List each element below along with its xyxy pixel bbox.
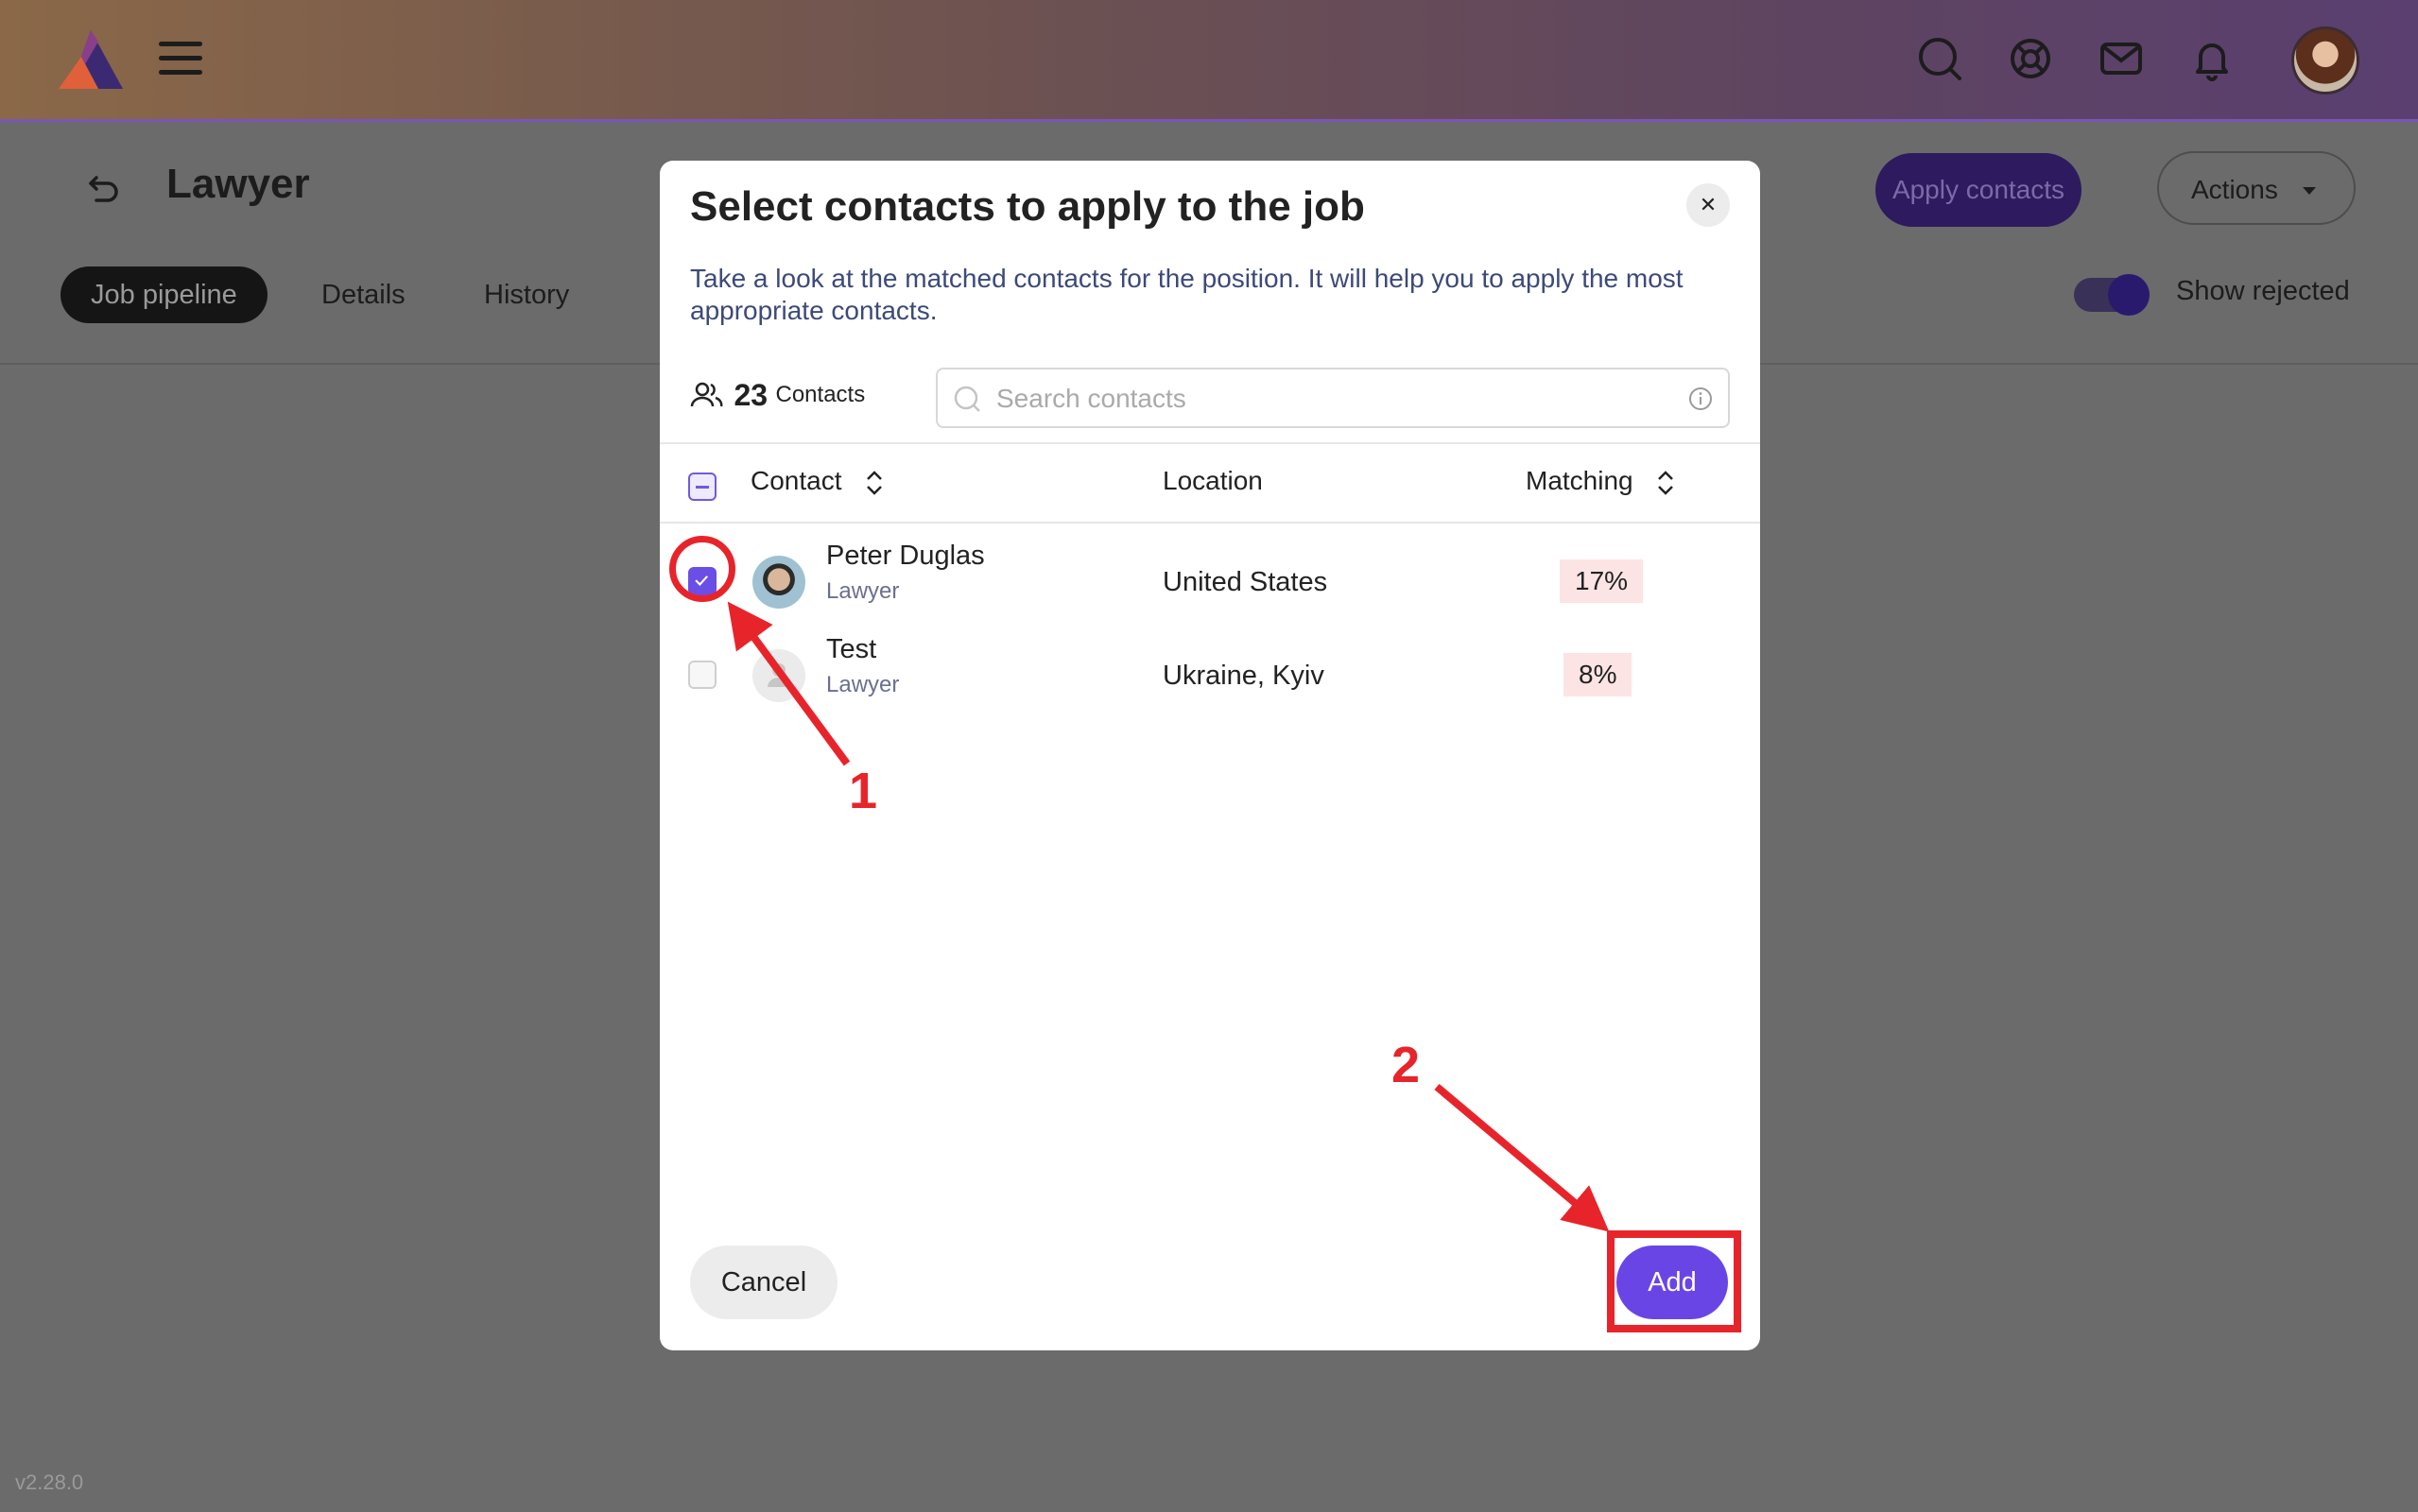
apply-contacts-button[interactable]: Apply contacts — [1875, 153, 2081, 227]
contacts-count-label: Contacts — [775, 382, 866, 407]
lifebuoy-icon[interactable] — [2006, 34, 2055, 83]
contacts-count: 23 Contacts — [690, 376, 865, 414]
app-logo[interactable] — [57, 28, 125, 91]
modal-description: Take a look at the matched contacts for … — [690, 264, 1684, 325]
contact-role: Lawyer — [826, 578, 900, 604]
close-icon[interactable]: ✕ — [1686, 183, 1730, 227]
show-rejected-label: Show rejected — [2176, 276, 2350, 306]
modal-title: Select contacts to apply to the job — [690, 183, 1365, 230]
contacts-count-number: 23 — [734, 378, 769, 412]
contact-location: Ukraine, Kyiv — [1163, 661, 1324, 691]
mail-icon[interactable] — [2097, 34, 2146, 83]
matching-badge: 17% — [1560, 559, 1644, 603]
column-matching-label: Matching — [1526, 466, 1633, 495]
column-header-location: Location — [1163, 466, 1263, 495]
matching-badge: 8% — [1563, 653, 1632, 696]
bell-icon[interactable] — [2187, 34, 2237, 83]
search-contacts-input[interactable] — [994, 377, 1660, 421]
contact-location: United States — [1163, 567, 1328, 597]
show-rejected-toggle[interactable] — [2074, 274, 2150, 316]
column-header-contact[interactable]: Contact — [751, 466, 885, 497]
search-contacts-field[interactable] — [936, 368, 1730, 428]
divider — [660, 522, 1760, 524]
avatar — [752, 649, 805, 702]
user-avatar[interactable] — [2291, 26, 2359, 94]
sort-icon[interactable] — [1655, 469, 1676, 497]
contact-name[interactable]: Test — [826, 634, 876, 665]
actions-dropdown-button[interactable]: Actions — [2157, 151, 2356, 225]
top-navigation-bar — [0, 0, 2418, 122]
tab-history[interactable]: History — [484, 266, 569, 323]
column-header-matching[interactable]: Matching — [1526, 466, 1676, 497]
column-contact-label: Contact — [751, 466, 842, 495]
avatar — [752, 556, 805, 609]
select-all-checkbox[interactable] — [688, 472, 717, 501]
table-row[interactable]: Peter Duglas Lawyer United States 17% — [660, 537, 1760, 627]
page-title: Lawyer — [166, 161, 310, 207]
app-version: v2.28.0 — [15, 1470, 84, 1494]
sort-icon[interactable] — [864, 469, 885, 497]
search-icon[interactable] — [1915, 34, 1964, 83]
annotation-step-2: 2 — [1391, 1037, 1421, 1093]
people-icon — [690, 382, 723, 407]
hamburger-menu-icon[interactable] — [159, 42, 202, 76]
divider — [660, 442, 1760, 444]
actions-label: Actions — [2191, 175, 2278, 204]
info-icon[interactable] — [1688, 387, 1713, 411]
back-icon[interactable] — [85, 168, 123, 206]
tab-details[interactable]: Details — [321, 266, 406, 323]
annotation-step-1: 1 — [849, 763, 878, 819]
contact-role: Lawyer — [826, 672, 900, 697]
row-checkbox[interactable] — [688, 661, 717, 689]
caret-down-icon — [2303, 187, 2316, 195]
cancel-button[interactable]: Cancel — [690, 1246, 838, 1319]
table-row[interactable]: Test Lawyer Ukraine, Kyiv 8% — [660, 630, 1760, 721]
annotation-rectangle — [1607, 1230, 1741, 1332]
person-placeholder-icon — [768, 663, 790, 687]
tab-job-pipeline[interactable]: Job pipeline — [60, 266, 268, 323]
search-icon — [954, 386, 980, 412]
annotation-circle — [669, 536, 735, 602]
select-contacts-modal: Select contacts to apply to the job ✕ Ta… — [660, 161, 1760, 1350]
contact-name[interactable]: Peter Duglas — [826, 541, 985, 572]
